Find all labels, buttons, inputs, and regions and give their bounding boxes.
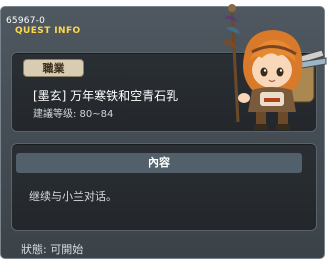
- quest-content-panel: 內容 继续与小兰对话。: [11, 143, 317, 231]
- recommended-level: 建議等级: 80~84: [33, 109, 114, 120]
- job-tab[interactable]: 職業: [23, 59, 84, 77]
- content-header: 內容: [16, 153, 302, 173]
- quest-name: [墨玄] 万年寒铁和空青石乳: [33, 89, 179, 103]
- quest-id-label: 65967-0: [6, 16, 46, 26]
- content-text: 继续与小兰对话。: [29, 190, 117, 203]
- npc-character-icon: [222, 4, 327, 130]
- quest-info-title: QUEST INFO: [15, 26, 81, 36]
- quest-status: 狀態: 可開始: [21, 243, 84, 256]
